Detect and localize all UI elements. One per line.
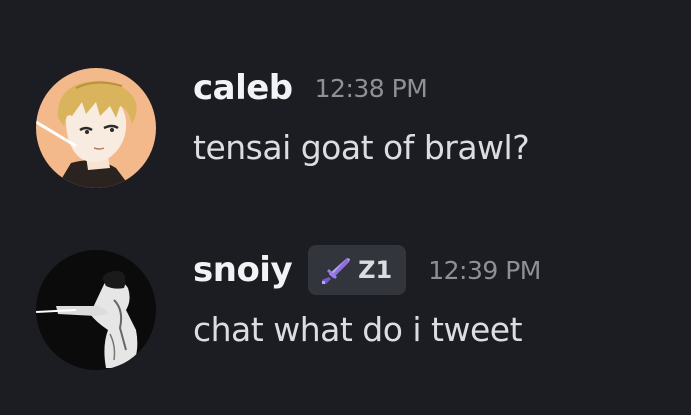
- message-header: snoiy Z1 12:39 PM: [193, 245, 541, 295]
- sword-icon: [322, 258, 351, 284]
- tag-label: Z1: [358, 256, 393, 284]
- monochrome-figure-avatar-image: [36, 250, 156, 370]
- message-content: tensai goat of brawl?: [193, 128, 530, 167]
- message-header: caleb 12:38 PM: [193, 66, 428, 110]
- username[interactable]: snoiy: [193, 250, 293, 290]
- user-avatar[interactable]: [36, 250, 156, 370]
- timestamp: 12:38 PM: [314, 73, 428, 103]
- server-tag-badge[interactable]: Z1: [308, 245, 407, 295]
- chat-message-list: caleb 12:38 PM tensai goat of brawl? sno…: [0, 0, 691, 415]
- message-content: chat what do i tweet: [193, 310, 523, 349]
- timestamp: 12:39 PM: [428, 255, 541, 285]
- user-avatar[interactable]: [36, 68, 156, 188]
- anime-boy-avatar-image: [36, 68, 156, 188]
- username[interactable]: caleb: [193, 68, 293, 108]
